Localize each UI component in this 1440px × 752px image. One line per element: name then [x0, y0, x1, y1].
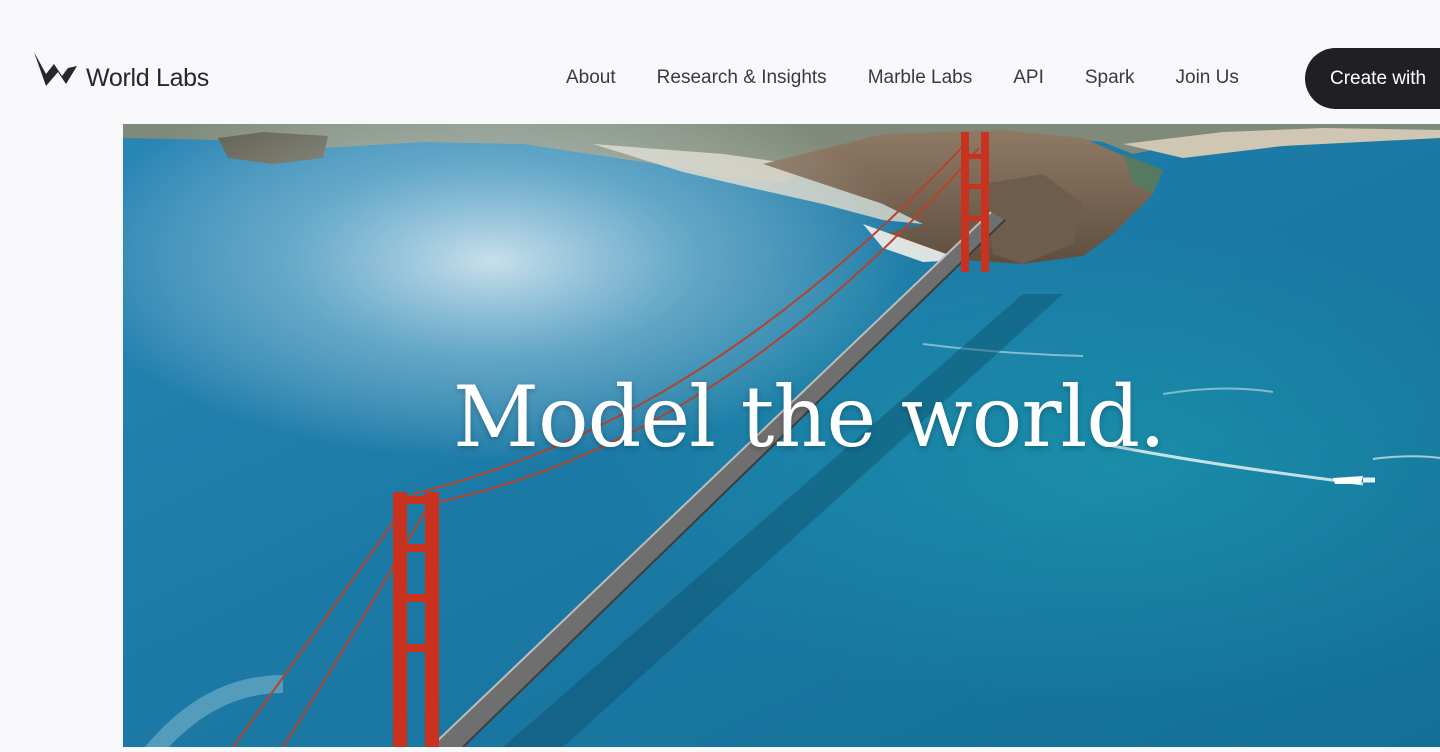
nav-api[interactable]: API [1013, 64, 1044, 92]
nav-marble-labs[interactable]: Marble Labs [868, 64, 973, 92]
site-header: World Labs About Research & Insights Mar… [0, 0, 1440, 124]
nav-spark[interactable]: Spark [1085, 64, 1135, 92]
world-labs-mark-icon [34, 51, 77, 86]
logo-link[interactable]: World Labs [32, 51, 209, 93]
hero-headline: Model the world. [453, 368, 1166, 466]
create-with-button[interactable]: Create with [1305, 48, 1440, 109]
hero-section: Model the world. [123, 124, 1440, 747]
main-nav: About Research & Insights Marble Labs AP… [566, 64, 1239, 92]
nav-about[interactable]: About [566, 64, 616, 92]
nav-join-us[interactable]: Join Us [1176, 64, 1239, 92]
page-bottom-strip [0, 747, 1440, 752]
page: World Labs About Research & Insights Mar… [0, 0, 1440, 752]
brand-name: World Labs [86, 64, 209, 92]
nav-research-insights[interactable]: Research & Insights [657, 64, 827, 92]
